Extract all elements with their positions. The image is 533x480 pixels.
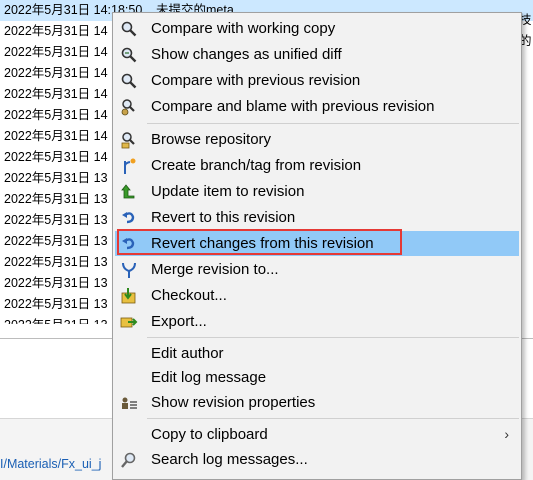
merge-icon <box>122 262 136 278</box>
log-date: 2022年5月31日 13 <box>4 192 108 206</box>
submenu-arrow-icon: › <box>504 426 509 442</box>
menu-item-label: Merge revision to... <box>151 261 279 278</box>
menu-item-compare-previous[interactable]: Compare with previous revision <box>115 68 519 93</box>
checkout-icon <box>121 288 136 304</box>
highlight-annotation-box <box>117 229 402 255</box>
menu-separator <box>147 123 519 124</box>
revert-icon <box>122 212 135 224</box>
update-arrow-icon <box>121 184 135 199</box>
menu-item-compare-working-copy[interactable]: Compare with working copy <box>115 16 519 41</box>
menu-separator <box>147 337 519 338</box>
magnifier-compare-previous-icon <box>121 73 137 89</box>
export-icon <box>120 317 138 328</box>
menu-item-label: Edit author <box>151 345 224 362</box>
menu-item-label: Copy to clipboard <box>151 426 268 443</box>
log-date: 2022年5月31日 14 <box>4 108 108 122</box>
menu-item-search-log[interactable]: Search log messages... <box>115 447 519 472</box>
log-date: 2022年5月31日 14 <box>4 24 108 38</box>
branch-tag-icon <box>124 158 136 174</box>
menu-item-label: Show revision properties <box>151 394 316 411</box>
menu-item-label: Search log messages... <box>151 451 308 468</box>
menu-item-label: Compare with previous revision <box>151 72 361 89</box>
magnifier-diff-icon <box>121 21 137 37</box>
changed-path[interactable]: I/Materials/Fx_ui_j <box>0 457 101 471</box>
log-date: 2022年5月31日 13 <box>4 297 108 311</box>
menu-item-label: Checkout... <box>151 287 227 304</box>
log-date: 2022年5月31日 13 <box>4 234 108 248</box>
menu-separator <box>147 418 519 419</box>
menu-item-browse-repository[interactable]: Browse repository <box>115 127 519 152</box>
menu-item-label: Revert to this revision <box>151 209 296 226</box>
menu-item-merge-revision[interactable]: Merge revision to... <box>115 257 519 282</box>
log-date: 2022年5月31日 13 <box>4 276 108 290</box>
magnifier-blame-icon <box>121 99 135 116</box>
menu-item-revert-to-revision[interactable]: Revert to this revision <box>115 205 519 230</box>
menu-item-checkout[interactable]: Checkout... <box>115 283 519 308</box>
menu-item-label: Browse repository <box>151 131 272 148</box>
menu-item-label: Compare with working copy <box>151 20 336 37</box>
repository-browse-icon <box>121 132 135 149</box>
log-date: 2022年5月31日 13 <box>4 255 108 269</box>
log-date: 2022年5月31日 13 <box>4 315 108 324</box>
menu-item-label: Edit log message <box>151 369 267 386</box>
menu-item-compare-blame[interactable]: Compare and blame with previous revision <box>115 94 519 119</box>
menu-item-edit-author[interactable]: Edit author <box>115 341 519 366</box>
log-date: 2022年5月31日 13 <box>4 213 108 227</box>
magnifier-unified-diff-icon <box>121 47 137 63</box>
menu-item-unified-diff[interactable]: Show changes as unified diff <box>115 42 519 67</box>
menu-item-create-branch-tag[interactable]: Create branch/tag from revision <box>115 153 519 178</box>
menu-item-label: Compare and blame with previous revision <box>151 98 435 115</box>
log-date: 2022年5月31日 14 <box>4 150 108 164</box>
menu-item-export[interactable]: Export... <box>115 309 519 334</box>
menu-item-label: Update item to revision <box>151 183 305 200</box>
properties-icon <box>122 397 137 409</box>
log-date: 2022年5月31日 14 <box>4 87 108 101</box>
menu-item-update-to-revision[interactable]: Update item to revision <box>115 179 519 204</box>
log-date: 2022年5月31日 14 <box>4 129 108 143</box>
menu-item-label: Export... <box>151 313 207 330</box>
log-date: 2022年5月31日 14 <box>4 45 108 59</box>
search-icon <box>121 452 136 468</box>
menu-item-label: Show changes as unified diff <box>151 46 342 63</box>
menu-item-revision-properties[interactable]: Show revision properties <box>115 390 519 415</box>
log-date: 2022年5月31日 14 <box>4 66 108 80</box>
log-date: 2022年5月31日 13 <box>4 171 108 185</box>
menu-item-copy-to-clipboard[interactable]: Copy to clipboard › <box>115 422 519 447</box>
menu-item-label: Create branch/tag from revision <box>151 157 362 174</box>
menu-item-edit-log-message[interactable]: Edit log message <box>115 365 519 390</box>
